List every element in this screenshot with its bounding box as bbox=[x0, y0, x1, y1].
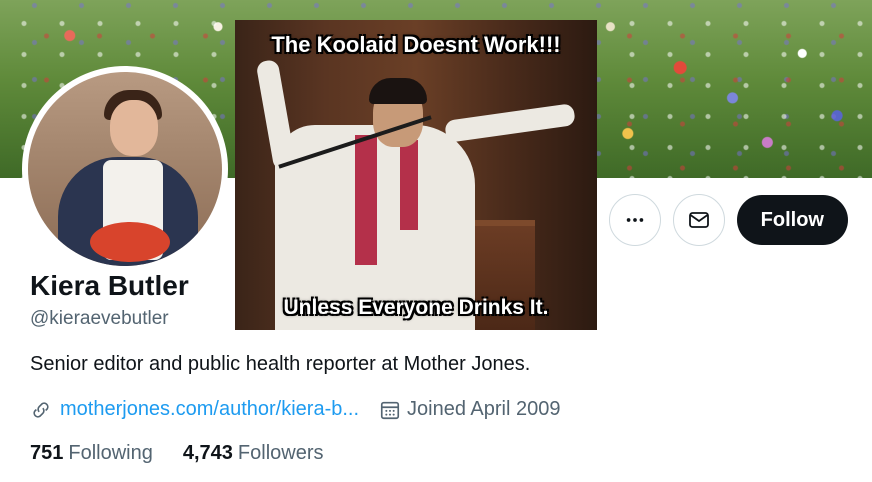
meme-stole-right bbox=[400, 140, 418, 230]
profile-actions: Follow bbox=[608, 194, 848, 246]
avatar-face bbox=[110, 100, 158, 156]
profile-name: Kiera Butler bbox=[30, 270, 189, 301]
avatar-lobster bbox=[90, 222, 170, 262]
followers-link[interactable]: 4,743 Followers bbox=[183, 442, 324, 465]
following-count: 751 bbox=[30, 442, 64, 464]
profile-meta: motherjones.com/author/kiera-b... Joined… bbox=[30, 398, 560, 421]
message-button[interactable] bbox=[672, 194, 725, 246]
link-icon bbox=[33, 401, 49, 418]
followers-label: Followers bbox=[237, 442, 324, 464]
meme-stole-left bbox=[355, 135, 377, 265]
more-icon bbox=[626, 218, 643, 222]
following-link[interactable]: 751 Following bbox=[30, 442, 153, 465]
avatar-photo bbox=[28, 72, 222, 266]
profile-handle: @kieraevebutler bbox=[30, 308, 169, 329]
following-label: Following bbox=[68, 442, 153, 464]
meme-bottom-caption: Unless Everyone Drinks It. bbox=[283, 296, 549, 319]
follow-button[interactable]: Follow bbox=[736, 195, 848, 245]
website-link[interactable]: motherjones.com/author/kiera-b... bbox=[60, 398, 359, 421]
meme-arm-left bbox=[255, 58, 297, 172]
more-button[interactable] bbox=[608, 194, 661, 246]
meme-hair bbox=[369, 78, 427, 104]
pinned-meme-image: The Koolaid Doesnt Work!!! Unless Everyo… bbox=[235, 20, 597, 330]
profile-bio: Senior editor and public health reporter… bbox=[30, 353, 531, 375]
joined-date: Joined April 2009 bbox=[379, 398, 560, 421]
meme-top-caption: The Koolaid Doesnt Work!!! bbox=[271, 32, 561, 57]
avatar[interactable] bbox=[22, 66, 228, 272]
followers-count: 4,743 bbox=[182, 442, 233, 464]
meme-arm-right bbox=[444, 103, 576, 143]
calendar-icon bbox=[380, 401, 400, 419]
profile-stats: 751 Following 4,743 Followers bbox=[30, 442, 354, 465]
mail-icon bbox=[688, 212, 709, 228]
joined-text: Joined April 2009 bbox=[407, 398, 561, 420]
